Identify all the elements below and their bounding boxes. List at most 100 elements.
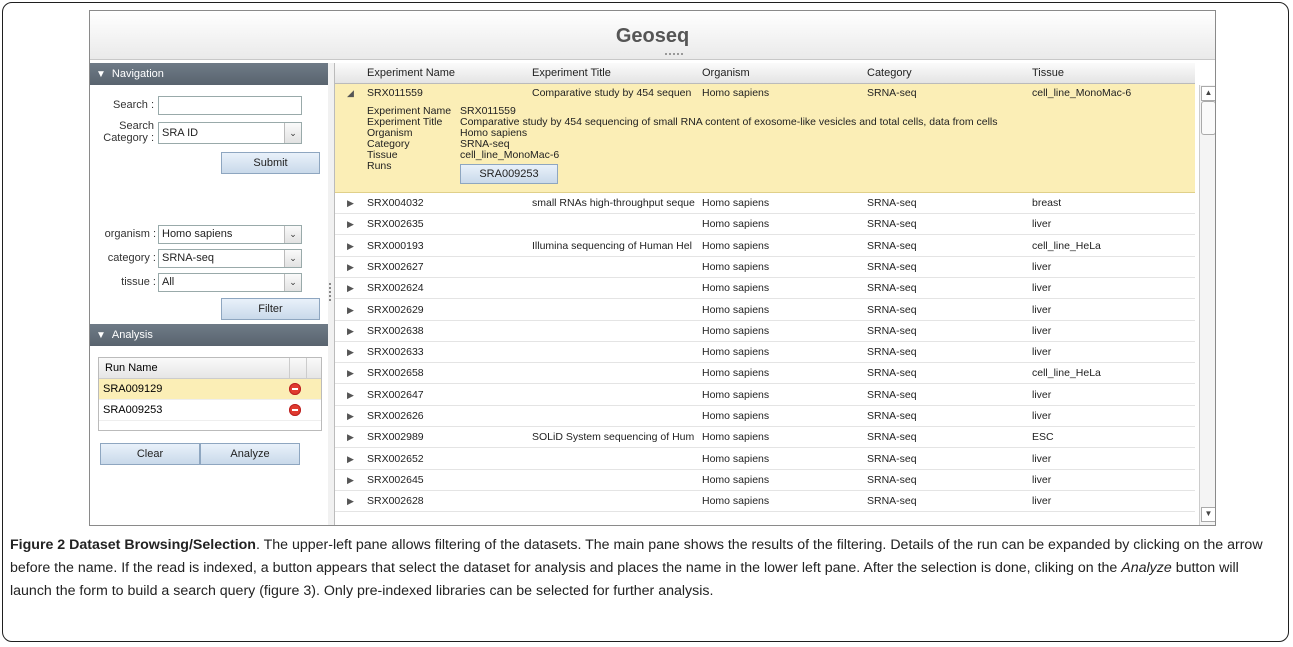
scroll-down-arrow-icon[interactable]: ▼ [1201,507,1215,522]
column-header-experiment-title[interactable]: Experiment Title [532,63,611,83]
expand-arrow-icon[interactable]: ▶ [347,363,354,383]
table-row[interactable]: ▶ SRX000193 Illumina sequencing of Human H… [335,235,1195,257]
cell-category: SRNA-seq [867,87,917,99]
chevron-down-icon[interactable]: ⌄ [284,250,301,267]
cell-organism: Homo sapiens [702,324,770,337]
column-header-organism[interactable]: Organism [702,63,750,83]
clear-button[interactable]: Clear [100,443,200,465]
cell-experiment-title: Comparative study by 454 sequen [532,87,692,99]
column-header-tissue[interactable]: Tissue [1032,63,1064,83]
chevron-down-icon: ▼ [96,69,106,80]
cell-experiment-name: SRX002647 [367,388,424,401]
run-select-button[interactable]: SRA009253 [460,164,558,184]
table-row[interactable]: ▶ SRX002633 Homo sapiens SRNA-seq liver [335,342,1195,364]
cell-tissue: liver [1032,324,1052,337]
column-header-category[interactable]: Category [867,63,912,83]
table-row[interactable]: ▶ SRX002647 Homo sapiens SRNA-seq liver [335,384,1195,406]
detail-label: Runs [367,160,392,172]
run-row[interactable]: SRA009253 [99,400,321,421]
column-header-experiment-name[interactable]: Experiment Name [367,63,455,83]
cell-experiment-name: SRX002627 [367,260,424,273]
expand-arrow-icon[interactable]: ▶ [347,470,354,490]
search-label: Search : [113,99,154,111]
cell-experiment-name: SRX004032 [367,197,424,209]
table-row[interactable]: ▶ SRX002627 Homo sapiens SRNA-seq liver [335,256,1195,278]
expand-arrow-icon[interactable]: ▶ [347,278,354,298]
expand-arrow-icon[interactable]: ▶ [347,236,354,256]
cell-category: SRNA-seq [867,388,917,401]
filter-button[interactable]: Filter [221,298,320,320]
search-category-select[interactable]: SRA ID ⌄ [158,122,302,144]
submit-button[interactable]: Submit [221,152,320,174]
table-row[interactable]: ▶ SRX002645 Homo sapiens SRNA-seq liver [335,469,1195,491]
cell-category: SRNA-seq [867,410,917,422]
table-row[interactable]: ▶ SRX002658 Homo sapiens SRNA-seq cell_line_… [335,363,1195,385]
expand-arrow-icon[interactable]: ▶ [347,491,354,511]
table-row[interactable]: ▶ SRX002638 Homo sapiens SRNA-seq liver [335,320,1195,342]
scroll-up-arrow-icon[interactable]: ▲ [1201,86,1215,101]
experiment-grid: Experiment Name Experiment Title Organis… [335,63,1215,525]
cell-experiment-title: Illumina sequencing of Human Hel [532,239,692,252]
table-row[interactable]: ▶ SRX004032 small RNAs high-throughput seq… [335,193,1195,214]
table-row[interactable]: ▶ SRX002989 SOLiD System sequencing of Hum… [335,427,1195,449]
pane-splitter[interactable] [328,63,335,525]
table-row[interactable]: ▶ SRX002629 Homo sapiens SRNA-seq liver [335,299,1195,321]
remove-icon[interactable] [289,383,301,395]
cell-category: SRNA-seq [867,473,917,486]
expand-arrow-icon[interactable]: ▶ [347,385,354,405]
cell-organism: Homo sapiens [702,346,770,359]
vertical-scrollbar[interactable]: ▲ ▼ [1199,85,1215,525]
organism-select[interactable]: Homo sapiens ⌄ [158,225,302,244]
cell-experiment-name: SRX002638 [367,324,424,337]
run-name: SRA009129 [103,383,163,395]
expand-arrow-icon[interactable]: ▶ [347,214,354,234]
analysis-panel-header[interactable]: ▼ Analysis [90,324,328,346]
scrollbar-thumb[interactable] [1201,101,1215,135]
expand-arrow-icon[interactable]: ▶ [347,257,354,277]
cell-organism: Homo sapiens [702,473,770,486]
cell-experiment-name: SRX002989 [367,431,424,444]
run-row[interactable]: SRA009129 [99,379,321,400]
expand-arrow-icon[interactable]: ▶ [347,449,354,469]
organism-label: organism : [104,228,156,240]
chevron-down-icon[interactable]: ⌄ [284,123,301,143]
expand-arrow-icon[interactable]: ▶ [347,300,354,320]
expand-arrow-icon[interactable]: ▶ [347,321,354,341]
table-row[interactable]: ▶ SRX002626 Homo sapiens SRNA-seq liver [335,406,1195,427]
expand-arrow-icon[interactable]: ▶ [347,193,354,213]
detail-value: cell_line_MonoMac-6 [460,149,560,161]
cell-category: SRNA-seq [867,218,917,231]
category-select[interactable]: SRNA-seq ⌄ [158,249,302,268]
cell-experiment-name: SRX002624 [367,282,424,295]
cell-experiment-title: SOLiD System sequencing of Hum [532,431,695,444]
table-row[interactable]: ▶ SRX002635 Homo sapiens SRNA-seq liver [335,214,1195,236]
cell-organism: Homo sapiens [702,495,770,508]
analyze-button[interactable]: Analyze [200,443,300,465]
expand-arrow-icon[interactable]: ▶ [347,342,354,362]
expand-arrow-icon[interactable]: ▶ [347,427,354,447]
cell-category: SRNA-seq [867,367,917,380]
cell-tissue: liver [1032,260,1052,273]
category-label: category : [107,252,156,264]
expanded-row[interactable]: ◢ SRX011559 Comparative study by 454 seq… [335,84,1195,193]
navigation-panel-header[interactable]: ▼ Navigation [90,63,328,85]
resize-grip[interactable] [665,53,683,59]
remove-icon[interactable] [289,404,301,416]
search-input[interactable] [158,96,302,115]
splitter-grip[interactable] [329,283,333,301]
expand-arrow-icon[interactable]: ▶ [347,406,354,426]
cell-organism: Homo sapiens [702,410,770,422]
chevron-down-icon[interactable]: ⌄ [284,274,301,291]
grid-header: Experiment Name Experiment Title Organis… [335,63,1195,84]
search-category-label-line1: Search [119,120,154,132]
table-row[interactable]: ▶ SRX002624 Homo sapiens SRNA-seq liver [335,278,1195,300]
tissue-select[interactable]: All ⌄ [158,273,302,292]
collapse-arrow-icon[interactable]: ◢ [347,88,354,99]
cell-experiment-name: SRX002645 [367,473,424,486]
table-row[interactable]: ▶ SRX002652 Homo sapiens SRNA-seq liver [335,448,1195,470]
table-row[interactable]: ▶ SRX002628 Homo sapiens SRNA-seq liver [335,491,1195,513]
search-category-label: Search Category : [90,120,154,144]
cell-experiment-name: SRX002628 [367,495,424,508]
cell-organism: Homo sapiens [702,218,770,231]
chevron-down-icon[interactable]: ⌄ [284,226,301,243]
